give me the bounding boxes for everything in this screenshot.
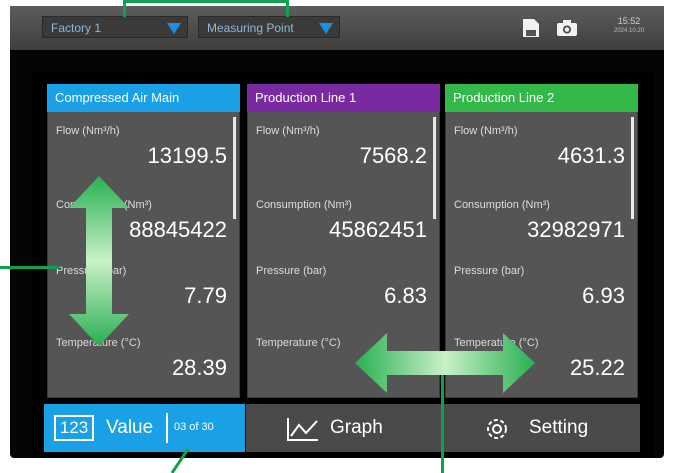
swipe-horizontal-arrow-icon (355, 333, 535, 393)
divider (166, 413, 168, 443)
temperature-value: 28.39 (171, 355, 227, 380)
page-indicator: 03 of 30 (174, 421, 214, 433)
panel-title: Compressed Air Main (47, 84, 240, 112)
measuring-point-dropdown[interactable]: Measuring Point (198, 16, 340, 38)
value-label: Value (106, 417, 154, 438)
clock: 15:52 2024.10.20 (614, 16, 644, 36)
graph-label: Graph (330, 417, 383, 438)
clock-date: 2024.10.20 (614, 28, 645, 34)
clock-time: 15:52 (617, 16, 641, 26)
swipe-vertical-arrow-icon (69, 176, 129, 346)
annotation-line (170, 448, 190, 473)
temperature-label: Temperature (°C) (256, 337, 341, 349)
scrollbar[interactable] (631, 117, 634, 219)
measuring-point-dropdown-label: Measuring Point (207, 21, 294, 35)
numeric-icon: 123 (54, 415, 94, 441)
chevron-down-icon (319, 23, 333, 34)
flow-label: Flow (Nm³/h) (56, 125, 120, 137)
flow-value: 13199.5 (147, 143, 227, 168)
consumption-value: 88845422 (129, 217, 227, 242)
flow-value: 7568.2 (359, 143, 427, 168)
pressure-label: Pressure (bar) (454, 265, 525, 277)
annotation-line (286, 0, 289, 17)
flow-value: 4631.3 (557, 143, 625, 168)
consumption-value: 32982971 (527, 217, 625, 242)
tab-graph[interactable]: Graph (246, 404, 442, 452)
annotation-line (123, 0, 289, 3)
factory-dropdown-label: Factory 1 (51, 21, 102, 35)
pressure-value: 6.83 (384, 283, 427, 308)
camera-icon[interactable] (556, 19, 578, 37)
graph-icon (287, 418, 318, 441)
tab-value[interactable]: 123 Value 03 of 30 (44, 404, 245, 452)
pressure-label: Pressure (bar) (256, 265, 327, 277)
consumption-value: 45862451 (329, 217, 427, 242)
flow-label: Flow (Nm³/h) (454, 125, 518, 137)
chevron-down-icon (167, 23, 181, 34)
flow-label: Flow (Nm³/h) (256, 125, 320, 137)
scrollbar[interactable] (433, 117, 436, 219)
temperature-value: 25.22 (569, 355, 625, 380)
scrollbar[interactable] (233, 117, 236, 219)
pressure-value: 6.93 (582, 283, 625, 308)
gear-icon (487, 419, 507, 439)
setting-label: Setting (529, 417, 589, 438)
annotation-line (0, 266, 60, 269)
pressure-value: 7.79 (184, 283, 227, 308)
panel-title: Production Line 2 (445, 84, 638, 112)
consumption-label: Consumption (Nm³) (454, 199, 550, 211)
tab-setting[interactable]: Setting (443, 404, 640, 452)
save-icon[interactable] (522, 18, 540, 38)
factory-dropdown[interactable]: Factory 1 (42, 16, 188, 38)
panel-title: Production Line 1 (247, 84, 440, 112)
consumption-label: Consumption (Nm³) (256, 199, 352, 211)
